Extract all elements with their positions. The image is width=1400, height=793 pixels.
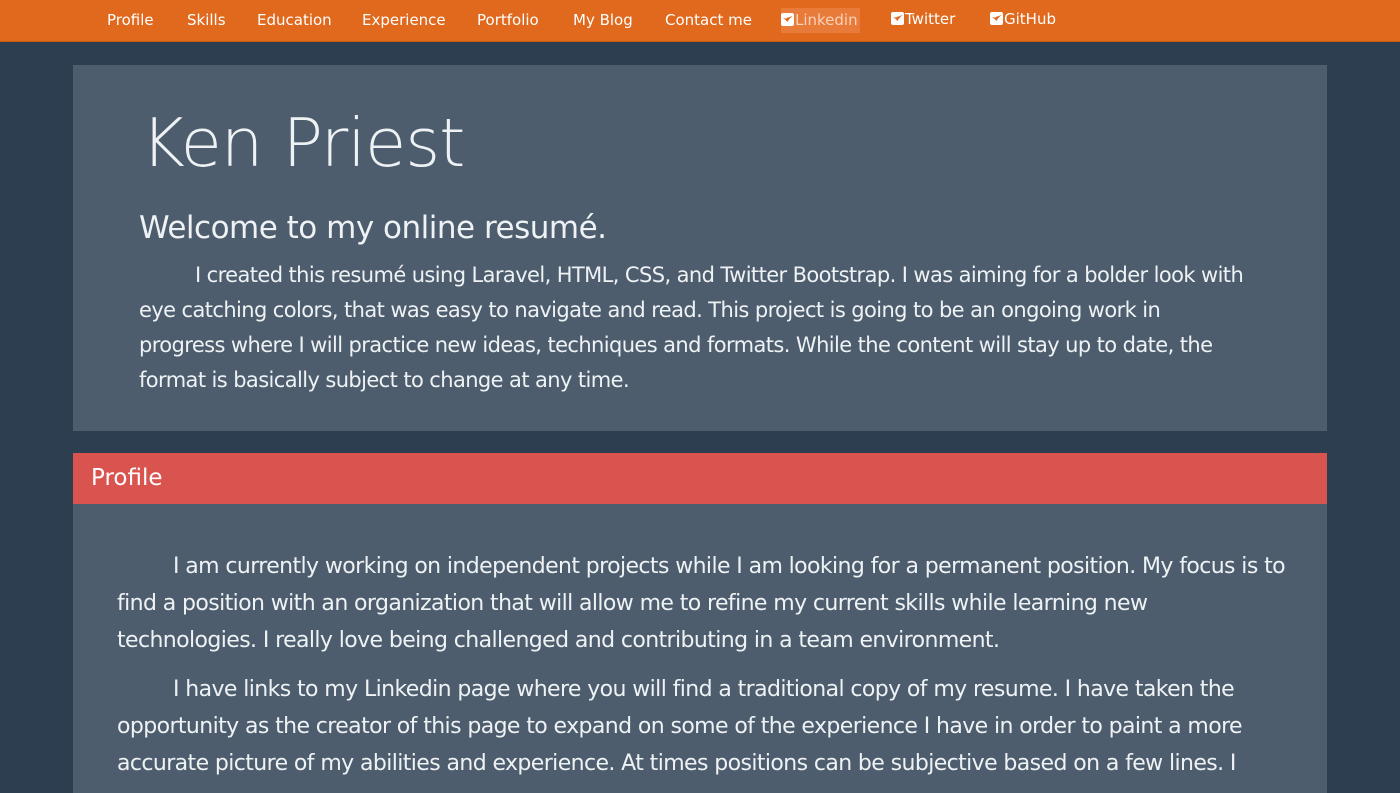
nav-link-profile[interactable]: Profile [107,0,154,41]
nav-github-label: GitHub [1004,10,1056,28]
twitter-square-icon [891,12,904,25]
nav-link-contact-me[interactable]: Contact me [665,0,752,41]
hero-jumbotron: Ken Priest Welcome to my online resumé. … [73,65,1327,431]
nav-linkedin-label: Linkedin [795,11,858,29]
linkedin-square-icon [781,13,794,26]
nav-link-linkedin[interactable]: Linkedin [781,8,860,33]
nav-twitter-label: Twitter [905,10,956,28]
nav-link-portfolio[interactable]: Portfolio [477,0,539,41]
profile-section-title: Profile [91,465,163,491]
nav-link-my-blog[interactable]: My Blog [573,0,633,41]
profile-paragraph: I am currently working on independent pr… [117,554,1286,653]
profile-paragraph: I have links to my Linkedin page where y… [117,677,1243,776]
hero-subtitle: Welcome to my online resumé. [139,210,607,246]
nav-link-skills[interactable]: Skills [187,0,226,41]
hero-name: Ken Priest [141,104,465,182]
nav-link-twitter[interactable]: Twitter [891,0,955,40]
hero-intro-paragraph: I created this resumé using Laravel, HTM… [139,263,1244,392]
nav-link-education[interactable]: Education [257,0,332,41]
profile-section-header: Profile [73,453,1327,504]
github-square-icon [990,12,1003,25]
profile-section: Profile I am currently working on indepe… [73,453,1327,793]
nav-link-experience[interactable]: Experience [362,0,446,41]
top-navbar: Profile Skills Education Experience Port… [0,0,1400,42]
nav-link-github[interactable]: GitHub [990,0,1056,40]
